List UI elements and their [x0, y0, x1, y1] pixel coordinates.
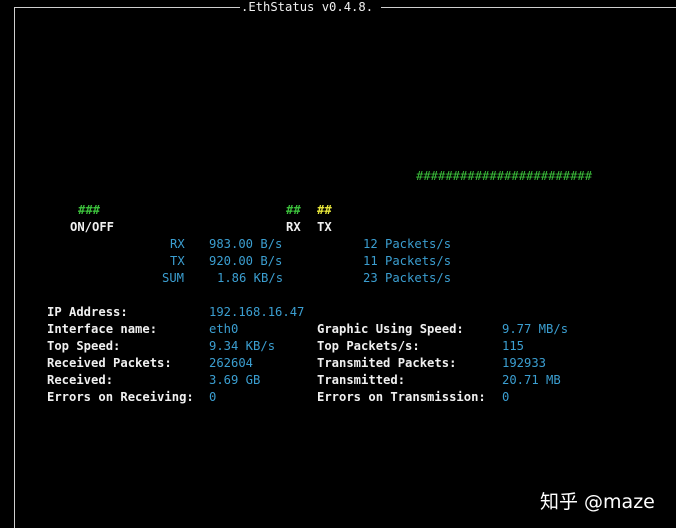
stat-label-errors-transmission: Errors on Transmission: — [317, 390, 486, 404]
speed-label: TX — [170, 254, 185, 268]
stat-value-errors-transmission: 0 — [502, 390, 510, 404]
window-frame-top-left — [14, 7, 240, 8]
graph-rx-marker: ### — [78, 203, 101, 217]
window-title: .EthStatus v0.4.8. — [241, 0, 374, 14]
stat-label-graphic-using-speed: Graphic Using Speed: — [317, 322, 464, 336]
graph-tx-label: TX — [317, 220, 332, 234]
graph-tx-bar: ## — [317, 203, 332, 217]
stat-value-top-packets: 115 — [502, 339, 525, 353]
watermark: 知乎 @maze — [540, 491, 655, 513]
stat-label-transmitted: Transmitted: — [317, 373, 406, 387]
speed-label: RX — [170, 237, 185, 251]
stat-value-errors-receiving: 0 — [209, 390, 217, 404]
stat-value-received-packets: 262604 — [209, 356, 254, 370]
stat-label-top-packets: Top Packets/s: — [317, 339, 420, 353]
window-frame-top-right — [381, 7, 676, 8]
stat-label-top-speed: Top Speed: — [47, 339, 121, 353]
window-frame-left — [14, 7, 15, 528]
stat-value-transmitted: 20.71 MB — [502, 373, 561, 387]
packets-value: 11 Packets/s — [363, 254, 452, 268]
packets-value: 23 Packets/s — [363, 271, 452, 285]
speed-value: 1.86 KB/s — [217, 271, 284, 285]
stat-label-transmited-packets: Transmited Packets: — [317, 356, 457, 370]
speed-label: SUM — [162, 271, 185, 285]
stat-value-received: 3.69 GB — [209, 373, 261, 387]
speed-value: 983.00 B/s — [209, 237, 283, 251]
stat-value-graphic-using-speed: 9.77 MB/s — [502, 322, 569, 336]
stat-label-interface-name: Interface name: — [47, 322, 158, 336]
speed-value: 920.00 B/s — [209, 254, 283, 268]
stat-value-interface-name: eth0 — [209, 322, 239, 336]
stat-value-ip-address: 192.168.16.47 — [209, 305, 305, 319]
graph-bar-top: ######################## — [416, 169, 593, 183]
stat-value-transmited-packets: 192933 — [502, 356, 547, 370]
stat-label-received-packets: Received Packets: — [47, 356, 172, 370]
graph-rx-bar: ## — [286, 203, 301, 217]
stat-label-ip-address: IP Address: — [47, 305, 128, 319]
packets-value: 12 Packets/s — [363, 237, 452, 251]
onoff-label: ON/OFF — [70, 220, 115, 234]
stat-value-top-speed: 9.34 KB/s — [209, 339, 276, 353]
stat-label-errors-receiving: Errors on Receiving: — [47, 390, 194, 404]
stat-label-received: Received: — [47, 373, 114, 387]
graph-rx-label: RX — [286, 220, 301, 234]
